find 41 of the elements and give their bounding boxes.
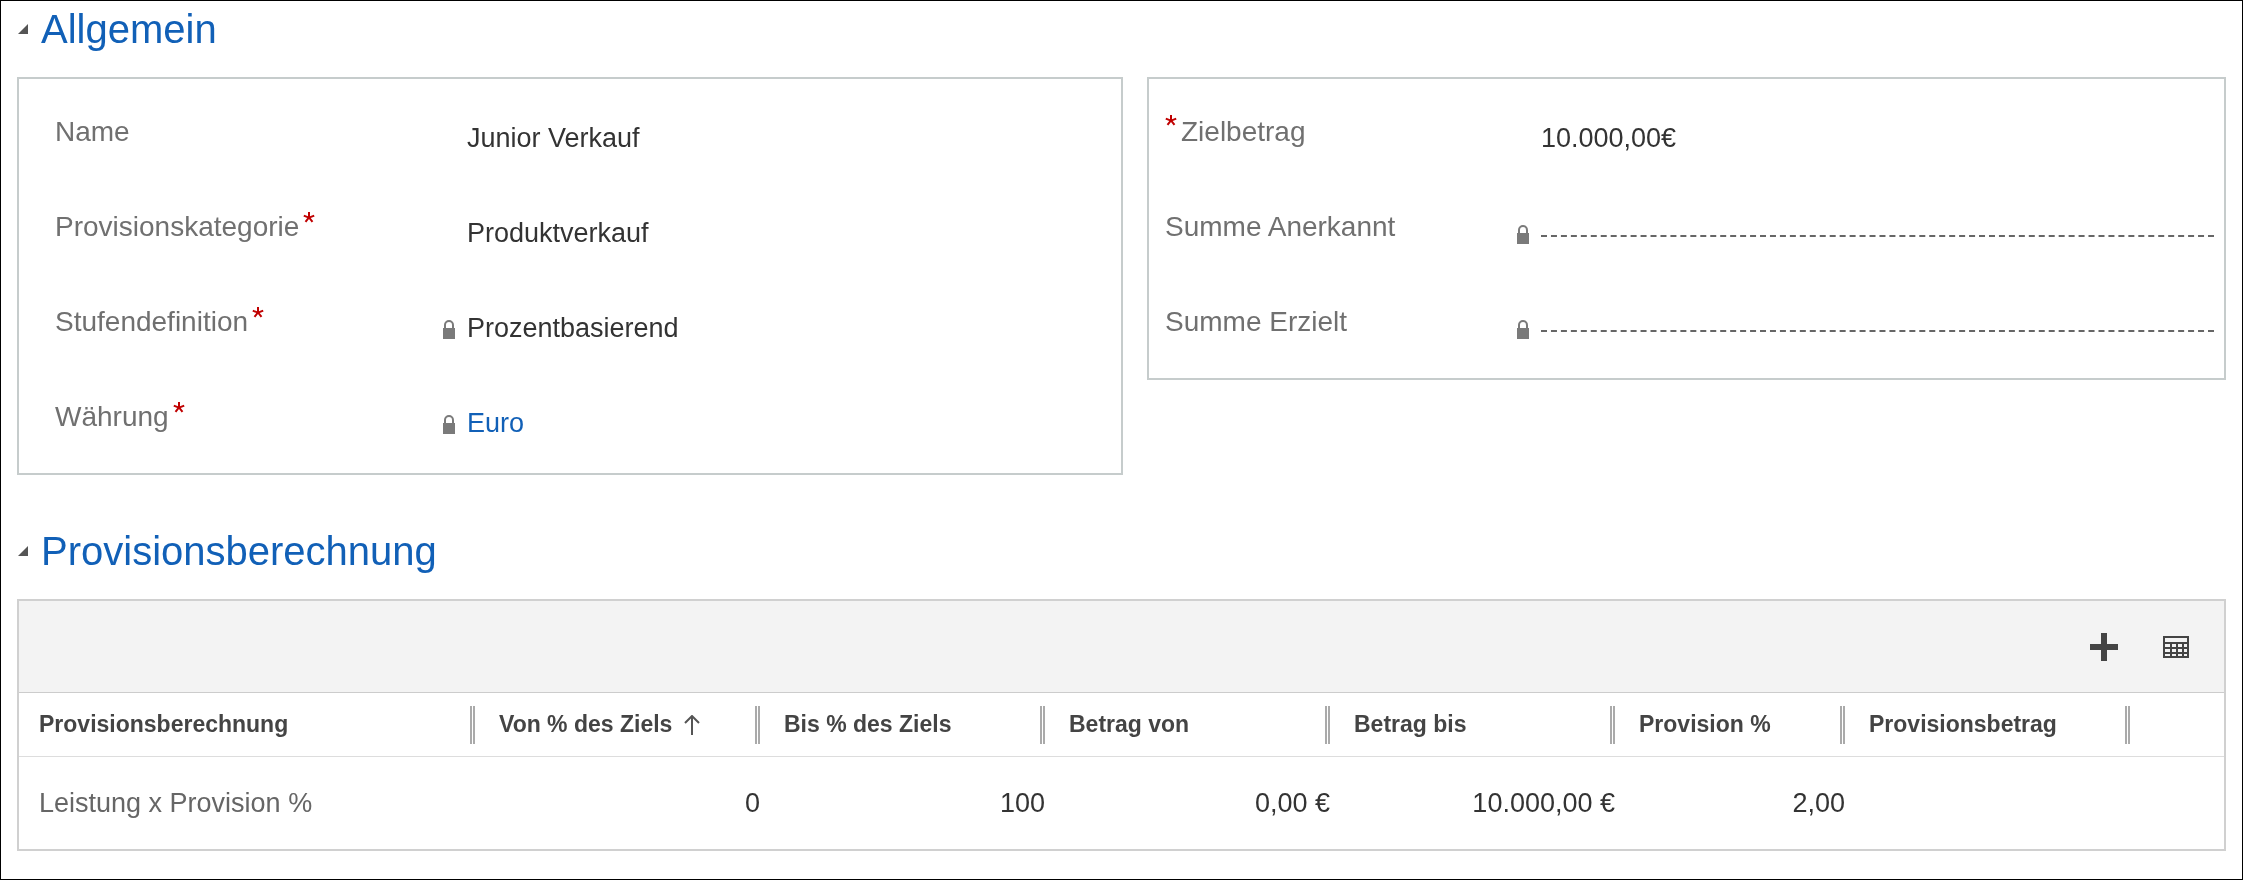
field-value: 10.000,00€: [1541, 122, 1677, 156]
table-cell: 100: [999, 787, 1045, 818]
triangle-icon: [18, 24, 28, 34]
column-header[interactable]: Provisionsbetrag: [1869, 707, 2057, 742]
column-header[interactable]: Provisionsberechnung: [39, 707, 289, 742]
table-cell: 0,00 €: [1254, 787, 1330, 818]
collapse-toggle[interactable]: [17, 23, 29, 35]
field-label: Stufendefinition: [55, 304, 249, 339]
table-cell: 10.000,00 €: [1472, 787, 1615, 818]
column-header[interactable]: Von % des Ziels: [499, 707, 701, 742]
field-value: Produktverkauf: [467, 217, 649, 251]
collapse-toggle[interactable]: [17, 545, 29, 557]
column-header[interactable]: Betrag bis: [1354, 707, 1467, 742]
lock-icon: [1515, 318, 1531, 339]
field-label: Provisionskategorie: [55, 209, 300, 244]
empty-field[interactable]: [1541, 234, 2214, 237]
field-label: Summe Erzielt: [1165, 304, 1348, 339]
table-icon: [2163, 635, 2189, 658]
lock-icon: [1515, 223, 1531, 244]
field-label: Zielbetrag: [1181, 114, 1306, 149]
section-title: Provisionsberechnung: [41, 528, 437, 575]
column-header[interactable]: Provision %: [1639, 707, 1771, 742]
lock-icon: [441, 318, 457, 339]
table-cell: 2,00: [1792, 787, 1845, 818]
plus-icon: [2090, 632, 2118, 661]
lock-icon: [441, 413, 457, 434]
add-button[interactable]: [2088, 630, 2120, 663]
field-label: Name: [55, 114, 130, 149]
empty-field[interactable]: [1541, 329, 2214, 332]
field-value: Junior Verkauf: [467, 122, 640, 156]
field-link[interactable]: Euro: [467, 403, 525, 444]
table-cell: Leistung x Provision %: [39, 787, 313, 818]
column-header[interactable]: Bis % des Ziels: [784, 707, 952, 742]
sort-arrow-icon: [684, 714, 701, 735]
column-header[interactable]: Betrag von: [1069, 707, 1190, 742]
triangle-icon: [18, 546, 28, 556]
field-label: Währung: [55, 399, 169, 434]
field-label: Summe Anerkannt: [1165, 209, 1396, 244]
section-title: Allgemein: [41, 6, 217, 53]
field-value: Prozentbasierend: [467, 312, 679, 346]
table-cell: 0: [744, 787, 760, 818]
